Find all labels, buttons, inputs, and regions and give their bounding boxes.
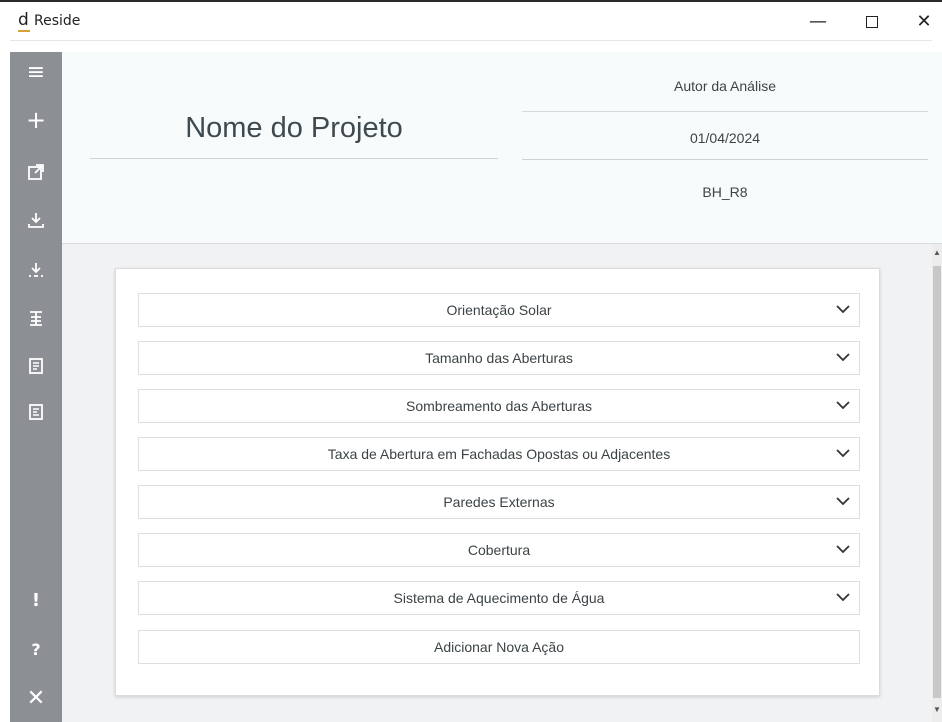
action-label: Tamanho das Aberturas: [425, 350, 573, 366]
alert-icon[interactable]: !: [10, 590, 62, 611]
menu-icon[interactable]: ≡: [10, 60, 62, 85]
add-icon[interactable]: +: [10, 106, 62, 134]
action-item-taxa-abertura[interactable]: Taxa de Abertura em Fachadas Opostas ou …: [138, 437, 860, 471]
report-icon[interactable]: [10, 402, 62, 426]
project-header: Nome do Projeto Autor da Análise 01/04/2…: [62, 52, 942, 244]
action-label: Taxa de Abertura em Fachadas Opostas ou …: [327, 446, 671, 462]
window-frame-top: [10, 40, 932, 52]
app-logo: d: [18, 10, 30, 32]
import-icon[interactable]: [10, 260, 62, 284]
author-field[interactable]: Autor da Análise: [522, 78, 928, 112]
action-item-paredes-externas[interactable]: Paredes Externas: [138, 485, 860, 519]
scrollbar-thumb[interactable]: [933, 266, 941, 698]
action-label: Cobertura: [467, 542, 531, 558]
chevron-down-icon[interactable]: [836, 496, 850, 506]
maximize-button[interactable]: [852, 8, 892, 36]
action-label: Sombreamento das Aberturas: [406, 398, 592, 414]
chevron-down-icon[interactable]: [836, 592, 850, 602]
document-icon[interactable]: [10, 356, 62, 380]
title-bar: d Reside — ✕: [0, 0, 942, 40]
download-icon[interactable]: [10, 210, 62, 234]
chevron-down-icon[interactable]: [836, 544, 850, 554]
action-item-tamanho-aberturas[interactable]: Tamanho das Aberturas: [138, 341, 860, 375]
action-item-aquecimento-agua[interactable]: Sistema de Aquecimento de Água: [138, 581, 860, 615]
sidebar: ≡ + ! ? ✕: [10, 52, 62, 722]
close-window-button[interactable]: ✕: [904, 8, 942, 36]
action-item-orientacao-solar[interactable]: Orientação Solar: [138, 293, 860, 327]
action-label: Sistema de Aquecimento de Água: [393, 590, 605, 606]
close-icon[interactable]: ✕: [10, 686, 62, 711]
action-item-sombreamento-aberturas[interactable]: Sombreamento das Aberturas: [138, 389, 860, 423]
open-external-icon[interactable]: [10, 162, 62, 186]
minimize-button[interactable]: —: [798, 8, 838, 36]
window-frame: [0, 40, 10, 722]
chevron-down-icon[interactable]: [836, 304, 850, 314]
chevron-down-icon[interactable]: [836, 400, 850, 410]
date-field[interactable]: 01/04/2024: [522, 130, 928, 160]
add-action-button[interactable]: Adicionar Nova Ação: [138, 630, 860, 664]
scroll-down-arrow[interactable]: ▼: [932, 705, 942, 719]
help-icon[interactable]: ?: [10, 640, 62, 659]
project-name-field[interactable]: Nome do Projeto: [90, 112, 498, 159]
project-code-field[interactable]: BH_R8: [522, 184, 928, 200]
add-action-label: Adicionar Nova Ação: [434, 639, 564, 655]
action-label: Paredes Externas: [443, 494, 555, 510]
action-item-cobertura[interactable]: Cobertura: [138, 533, 860, 567]
align-icon[interactable]: [10, 308, 62, 332]
maximize-icon: [866, 16, 878, 28]
action-label: Orientação Solar: [446, 302, 552, 318]
chevron-down-icon[interactable]: [836, 352, 850, 362]
chevron-down-icon[interactable]: [836, 448, 850, 458]
scroll-up-arrow[interactable]: ▲: [932, 248, 942, 262]
window-title: Reside: [34, 13, 81, 29]
